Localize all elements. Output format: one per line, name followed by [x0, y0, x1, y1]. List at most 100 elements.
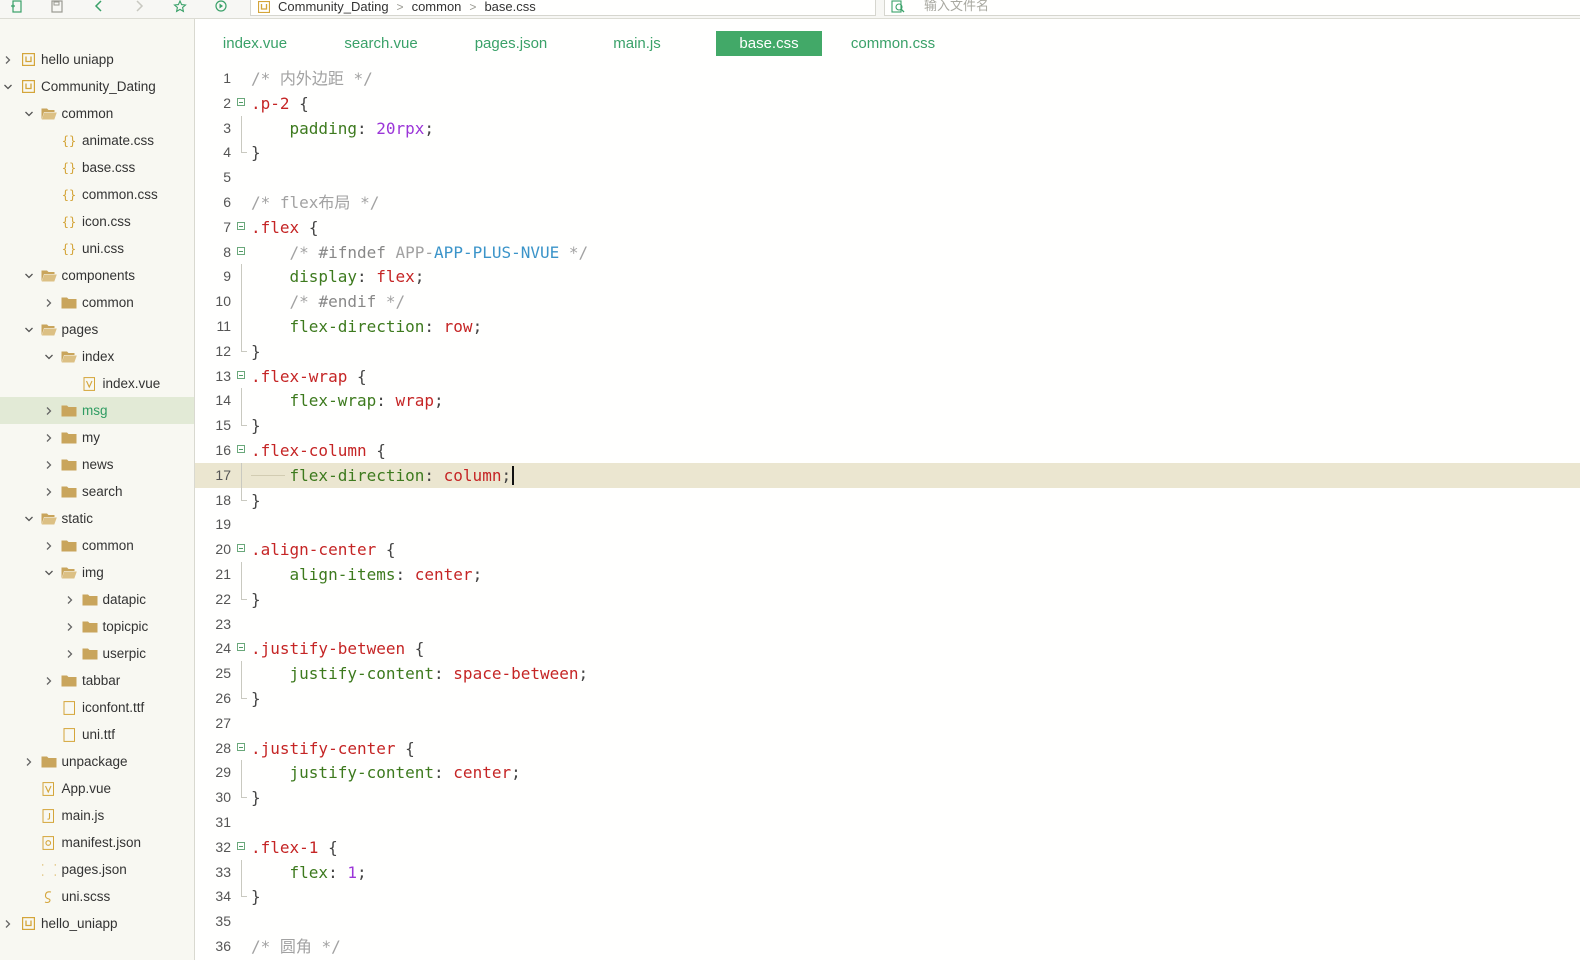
star-icon[interactable]	[171, 0, 189, 14]
tree-item-common[interactable]: common	[0, 532, 194, 559]
tree-item-tabbar[interactable]: tabbar	[0, 667, 194, 694]
tab-index-vue[interactable]: index.vue	[209, 31, 301, 56]
code-line[interactable]: 18}	[195, 487, 1580, 513]
tree-item-userpic[interactable]: userpic	[0, 640, 194, 667]
code-line[interactable]: 22}	[195, 586, 1580, 612]
fold-toggle-icon[interactable]	[237, 742, 245, 751]
chevron-right-icon[interactable]	[43, 405, 55, 417]
fold-toggle-icon[interactable]	[237, 246, 245, 255]
chevron-right-icon[interactable]	[64, 648, 76, 660]
tab-common-css[interactable]: common.css	[843, 31, 943, 56]
tree-item-static[interactable]: static	[0, 505, 194, 532]
tree-item-my[interactable]: my	[0, 424, 194, 451]
code-line[interactable]: 27	[195, 711, 1580, 736]
code-line[interactable]: 7 .flex {	[195, 215, 1580, 240]
breadcrumb-item[interactable]: base.css	[484, 0, 535, 14]
fold-toggle-icon[interactable]	[237, 841, 245, 850]
tree-item-index[interactable]: index	[0, 343, 194, 370]
tree-item-search[interactable]: search	[0, 478, 194, 505]
code-line[interactable]: 1 /* 内外边距 */	[195, 66, 1580, 91]
code-line[interactable]: 28 .justify-center {	[195, 736, 1580, 761]
chevron-down-icon[interactable]	[2, 81, 14, 93]
run-icon[interactable]	[212, 0, 230, 14]
tree-item-common[interactable]: common	[0, 289, 194, 316]
new-file-icon[interactable]	[8, 0, 26, 14]
breadcrumb-item[interactable]: common	[412, 0, 462, 14]
tree-item-msg[interactable]: msg	[0, 397, 194, 424]
code-line[interactable]: 26}	[195, 686, 1580, 711]
chevron-right-icon[interactable]	[43, 675, 55, 687]
tree-item-base-css[interactable]: {} base.css	[0, 154, 194, 181]
tree-item-manifest-json[interactable]: manifest.json	[0, 829, 194, 856]
chevron-down-icon[interactable]	[23, 108, 35, 120]
code-line[interactable]: 21 align-items: center;	[195, 562, 1580, 587]
chevron-down-icon[interactable]	[23, 324, 35, 336]
code-line[interactable]: 17 flex-direction: column;	[195, 462, 1580, 488]
tree-item-hello-uniapp[interactable]: hello_uniapp	[0, 910, 194, 937]
code-line[interactable]: 2 .p-2 {	[195, 91, 1580, 116]
chevron-down-icon[interactable]	[23, 513, 35, 525]
code-line[interactable]: 3 padding: 20rpx;	[195, 115, 1580, 141]
tab-main-js[interactable]: main.js	[591, 31, 683, 56]
code-line[interactable]: 11 flex-direction: row;	[195, 314, 1580, 339]
code-line[interactable]: 19	[195, 512, 1580, 537]
chevron-down-icon[interactable]	[43, 351, 55, 363]
tree-item-icon-css[interactable]: {} icon.css	[0, 208, 194, 235]
tree-item-topicpic[interactable]: topicpic	[0, 613, 194, 640]
code-line[interactable]: 12}	[195, 338, 1580, 364]
fold-toggle-icon[interactable]	[237, 643, 245, 652]
chevron-right-icon[interactable]	[64, 621, 76, 633]
chevron-right-icon[interactable]	[2, 918, 14, 930]
code-line[interactable]: 36 /* 圆角 */	[195, 934, 1580, 959]
tree-item-datapic[interactable]: datapic	[0, 586, 194, 613]
code-line[interactable]: 32 .flex-1 {	[195, 835, 1580, 860]
code-line[interactable]: 30}	[195, 785, 1580, 810]
tree-item-pages-json[interactable]: [ ] pages.json	[0, 856, 194, 883]
tree-item-community-dating[interactable]: Community_Dating	[0, 73, 194, 100]
tree-item-pages[interactable]: pages	[0, 316, 194, 343]
fold-toggle-icon[interactable]	[237, 370, 245, 379]
code-line[interactable]: 15}	[195, 413, 1580, 438]
code-line[interactable]: 25 justify-content: space-between;	[195, 661, 1580, 687]
chevron-right-icon[interactable]	[43, 297, 55, 309]
chevron-right-icon[interactable]	[23, 756, 35, 768]
tree-item-main-js[interactable]: main.js	[0, 802, 194, 829]
back-icon[interactable]	[90, 0, 108, 14]
fold-toggle-icon[interactable]	[237, 544, 245, 553]
code-line[interactable]: 34}	[195, 884, 1580, 909]
tree-item-img[interactable]: img	[0, 559, 194, 586]
file-search-input[interactable]	[924, 0, 1484, 15]
code-line[interactable]: 10 /* #endif */	[195, 289, 1580, 315]
tree-item-unpackage[interactable]: unpackage	[0, 748, 194, 775]
chevron-right-icon[interactable]	[43, 432, 55, 444]
tree-item-components[interactable]: components	[0, 262, 194, 289]
fold-toggle-icon[interactable]	[237, 97, 245, 106]
tree-item-uni-scss[interactable]: uni.scss	[0, 883, 194, 910]
tab-search-vue[interactable]: search.vue	[335, 31, 427, 56]
chevron-right-icon[interactable]	[2, 54, 14, 66]
code-editor[interactable]: 1/* 内外边距 */2 .p-2 {3 padding: 20rpx; 4} 5 6/…	[195, 66, 1580, 960]
tree-item-animate-css[interactable]: {} animate.css	[0, 127, 194, 154]
tree-item-news[interactable]: news	[0, 451, 194, 478]
chevron-right-icon[interactable]	[43, 486, 55, 498]
tree-item-hello-uniapp[interactable]: hello uniapp	[0, 46, 194, 73]
code-line[interactable]: 14 flex-wrap: wrap;	[195, 388, 1580, 414]
tree-item-common[interactable]: common	[0, 100, 194, 127]
chevron-down-icon[interactable]	[23, 270, 35, 282]
code-line[interactable]: 24 .justify-between {	[195, 636, 1580, 661]
chevron-right-icon[interactable]	[43, 540, 55, 552]
tab-pages-json[interactable]: pages.json	[465, 31, 557, 56]
code-line[interactable]: 9 display: flex;	[195, 264, 1580, 290]
code-line[interactable]: 6 /* flex布局 */	[195, 190, 1580, 215]
forward-icon[interactable]	[130, 0, 148, 14]
fold-toggle-icon[interactable]	[237, 221, 245, 230]
tree-item-common-css[interactable]: {} common.css	[0, 181, 194, 208]
chevron-right-icon[interactable]	[64, 594, 76, 606]
code-line[interactable]: 29 justify-content: center;	[195, 760, 1580, 786]
code-line[interactable]: 4}	[195, 140, 1580, 165]
save-icon[interactable]	[48, 0, 66, 14]
fold-toggle-icon[interactable]	[237, 445, 245, 453]
code-line[interactable]: 13 .flex-wrap {	[195, 364, 1580, 389]
tab-base-css[interactable]: base.css	[716, 31, 822, 56]
tree-item-uni-css[interactable]: {} uni.css	[0, 235, 194, 262]
